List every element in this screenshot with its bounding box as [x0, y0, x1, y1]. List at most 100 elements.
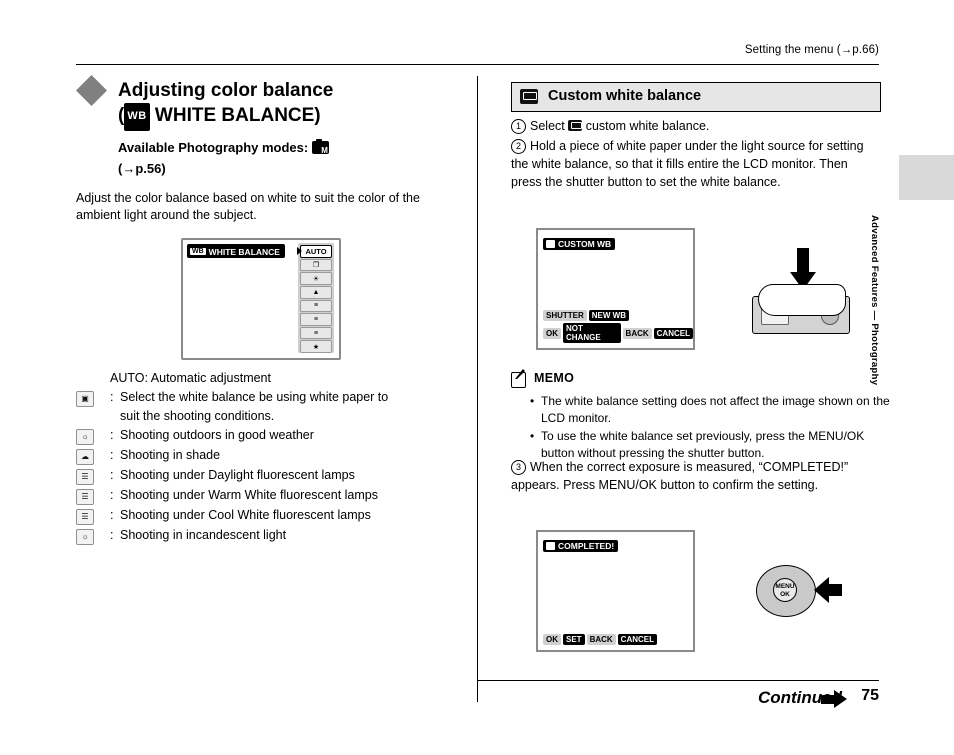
- lcd-title-text: WHITE BALANCE: [208, 246, 280, 257]
- lcd3-title: COMPLETED!: [543, 537, 619, 555]
- custom-wb-icon: [568, 120, 583, 131]
- rail-item-fine: ☀: [300, 272, 332, 285]
- lcd2-shutter-hint: SHUTTER NEW WB: [543, 310, 693, 321]
- ok-button-label: OK: [543, 327, 561, 339]
- side-tab-marker: [899, 155, 954, 200]
- rail-item-custom: ❐: [300, 258, 332, 272]
- camera-manual-mode-icon: [311, 138, 329, 161]
- lcd-custom-wb-screen: CUSTOM WB SHUTTER NEW WB OK NOT CHANGE B…: [536, 228, 695, 350]
- step-3-text: When the correct exposure is measured, “…: [511, 460, 849, 492]
- legend-row-auto: AUTO: Automatic adjustment: [76, 369, 476, 388]
- available-modes-heading: Available Photography modes: (→p.56): [118, 137, 478, 179]
- rail-item-fluorescent-3: ≡: [300, 326, 332, 340]
- available-modes-page-ref: (→p.56): [118, 161, 166, 176]
- lcd-completed-screen: COMPLETED! OK SET BACK CANCEL: [536, 530, 695, 652]
- ok-action-label: SET: [563, 634, 585, 645]
- legend-row-warm-white-fluorescent: ☰ : Shooting under Warm White fluorescen…: [76, 486, 476, 506]
- warm-white-fluorescent-icon: ☰: [76, 486, 110, 506]
- step-1: 1 Select custom white balance.: [511, 117, 879, 135]
- ok-button-label: OK: [543, 634, 561, 645]
- side-tab-label: Advanced Features — Photography: [869, 215, 880, 386]
- incandescent-icon: ☼: [76, 526, 110, 546]
- custom-wb-icon: ▣: [76, 388, 110, 408]
- lcd3-button-hints: OK SET BACK CANCEL: [543, 634, 658, 645]
- legend-colon: :: [110, 508, 114, 522]
- rail-item-fluorescent-2: ≡: [300, 313, 332, 326]
- step-1-text-after: custom white balance.: [582, 119, 710, 133]
- page-title: Adjusting color balance (WB WHITE BALANC…: [118, 78, 478, 131]
- step-1-text-before: Select: [530, 119, 569, 133]
- lcd2-ok-back-hint: OK NOT CHANGE BACK CANCEL: [543, 323, 693, 343]
- legend-colon: :: [110, 528, 114, 542]
- legend-text-custom: Select the white balance be using white …: [120, 390, 389, 423]
- dial-label-line2: OK: [780, 591, 790, 598]
- step-2: 2 Hold a piece of white paper under the l…: [511, 137, 879, 191]
- legend-colon: :: [110, 468, 114, 482]
- step-2-text: Hold a piece of white paper under the li…: [511, 139, 864, 189]
- step-3: 3 When the correct exposure is measured, …: [511, 458, 879, 494]
- legend-text-warm-white-fluorescent: Shooting under Warm White fluorescent la…: [120, 488, 378, 502]
- cool-white-fluorescent-icon: ☰: [76, 506, 110, 526]
- custom-white-balance-heading-box: Custom white balance: [511, 82, 881, 112]
- wb-icon: WB: [190, 248, 206, 255]
- legend-colon: :: [110, 448, 114, 462]
- white-balance-legend-list: AUTO: Automatic adjustment ▣ : Select th…: [76, 369, 476, 546]
- memo-title: MEMO: [534, 371, 575, 385]
- daylight-fluorescent-icon: ☰: [76, 466, 110, 486]
- footer-rule: [477, 680, 879, 681]
- ok-action-label: NOT CHANGE: [563, 323, 621, 343]
- white-balance-icon: WB: [124, 103, 150, 131]
- legend-colon: :: [110, 428, 114, 442]
- legend-glyph-auto: [76, 369, 110, 370]
- legend-colon: :: [110, 488, 114, 502]
- back-button-label: BACK: [622, 327, 652, 339]
- document-page: Setting the menu (→p.66) Advanced Featur…: [0, 0, 954, 755]
- rail-item-incandescent: ★: [300, 340, 332, 353]
- custom-wb-icon: [546, 542, 555, 550]
- shutter-button-label: SHUTTER: [543, 310, 587, 321]
- legend-text-cool-white-fluorescent: Shooting under Cool White fluorescent la…: [120, 508, 371, 522]
- rail-item-shade: ▲: [300, 285, 332, 299]
- custom-wb-icon: [546, 240, 555, 248]
- lcd-title-bar: WB WHITE BALANCE: [187, 244, 285, 258]
- back-action-label: CANCEL: [617, 634, 658, 645]
- legend-colon: :: [110, 390, 114, 404]
- menu-ok-dial-illustration: MENU OK: [756, 565, 842, 617]
- legend-row-incandescent: ☼ : Shooting in incandescent light: [76, 526, 476, 546]
- selection-caret-icon: [297, 247, 302, 256]
- back-button-label: BACK: [586, 634, 616, 645]
- memo-icon: [511, 370, 527, 388]
- page-number: 75: [861, 687, 879, 704]
- legend-text-incandescent: Shooting in incandescent light: [120, 528, 287, 542]
- continued-arrow-icon: [821, 690, 849, 708]
- sun-icon: ☼: [76, 426, 110, 446]
- custom-white-balance-heading: Custom white balance: [548, 88, 702, 104]
- step-number-3: 3: [511, 460, 526, 475]
- lcd2-title: CUSTOM WB: [543, 235, 616, 253]
- section-diamond-icon: [76, 75, 107, 106]
- available-modes-label: Available Photography modes:: [118, 140, 309, 155]
- memo-item: To use the white balance set previously,…: [530, 428, 893, 462]
- dial-label-line1: MENU: [775, 583, 795, 590]
- shutter-action-label: NEW WB: [588, 310, 629, 321]
- shutter-press-illustration: [740, 248, 870, 348]
- running-head: Setting the menu (→p.66): [744, 44, 879, 56]
- legend-row-shade: ☁ : Shooting in shade: [76, 446, 476, 466]
- memo-list: The white balance setting does not affec…: [527, 393, 893, 463]
- lcd-white-balance-screen: WB WHITE BALANCE AUTO ❐ ☀ ▲ ≡ ≡ ≡ ★: [181, 238, 341, 360]
- legend-row-custom: ▣ : Select the white balance be using wh…: [76, 388, 476, 426]
- lcd2-button-hints: SHUTTER NEW WB OK NOT CHANGE BACK CANCEL: [543, 310, 693, 343]
- rail-item-label: AUTO: [305, 246, 327, 256]
- header-rule: [76, 64, 879, 65]
- lcd2-title-text: CUSTOM WB: [558, 239, 612, 249]
- menu-ok-button: MENU OK: [773, 578, 797, 602]
- memo-item: The white balance setting does not affec…: [530, 393, 893, 427]
- shade-icon: ☁: [76, 446, 110, 466]
- custom-wb-icon: [520, 89, 538, 104]
- legend-text-auto: AUTO: Automatic adjustment: [110, 371, 271, 385]
- legend-text-fine: Shooting outdoors in good weather: [120, 428, 314, 442]
- rail-item-fluorescent-1: ≡: [300, 299, 332, 313]
- legend-row-fine: ☼ : Shooting outdoors in good weather: [76, 426, 476, 446]
- legend-text-daylight-fluorescent: Shooting under Daylight fluorescent lamp…: [120, 468, 355, 482]
- rail-item-auto: AUTO: [297, 245, 332, 258]
